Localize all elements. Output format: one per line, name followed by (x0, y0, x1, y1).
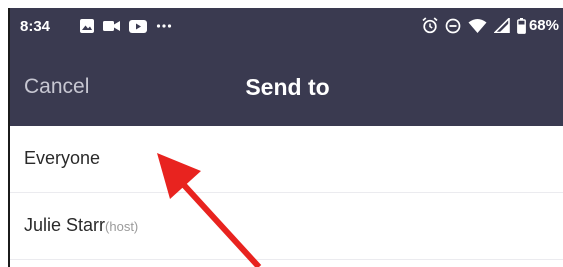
wifi-icon (468, 18, 487, 33)
status-bar: 8:34 68% (10, 8, 563, 46)
do-not-disturb-icon (445, 18, 461, 34)
system-icons: 68% (422, 17, 559, 34)
signal-icon (493, 18, 510, 33)
status-time: 8:34 (20, 18, 51, 35)
battery-percent: 68% (528, 17, 559, 34)
top-nav-bar: Cancel Send to (10, 46, 563, 126)
recipient-list: Everyone Julie Starr(host) (10, 126, 563, 260)
youtube-icon (129, 19, 147, 33)
participant-name: Julie Starr(host) (24, 215, 138, 236)
list-item-julie-starr[interactable]: Julie Starr(host) (10, 193, 563, 260)
image-icon (80, 19, 94, 33)
notification-icons (80, 19, 181, 33)
battery-icon (517, 17, 526, 34)
video-camera-icon (103, 20, 120, 32)
participant-name-text: Julie Starr (24, 215, 106, 235)
phone-screen: 8:34 68% Cancel Send to Everyone Julie S… (8, 8, 563, 267)
list-item-everyone[interactable]: Everyone (10, 126, 563, 193)
page-title: Send to (245, 74, 330, 100)
alarm-icon (422, 17, 438, 34)
more-dots-icon (156, 23, 172, 29)
host-tag: (host) (105, 219, 139, 234)
participant-name: Everyone (24, 148, 101, 168)
